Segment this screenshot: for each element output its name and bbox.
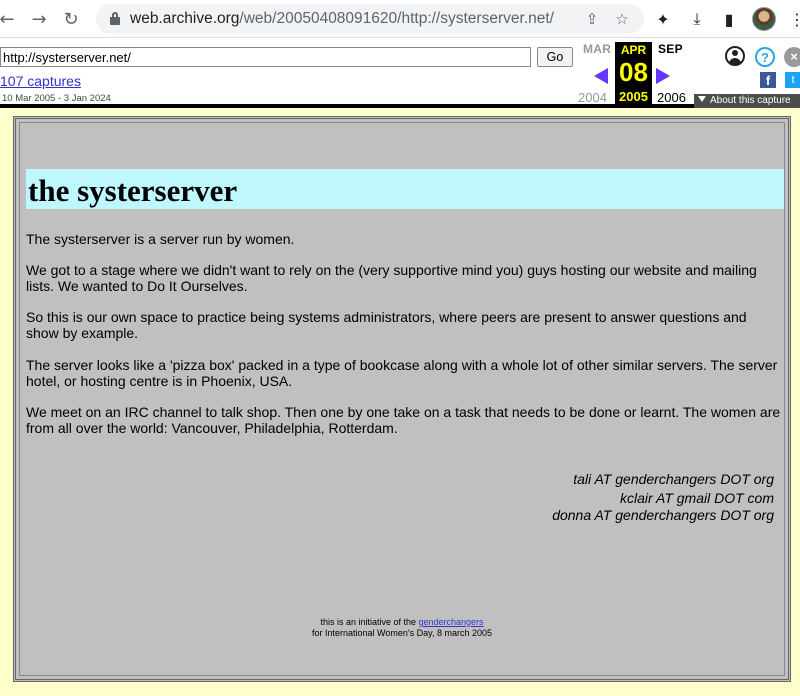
capture-date-range: 10 Mar 2005 - 3 Jan 2024 (2, 93, 111, 104)
footer-prefix: this is an initiative of the (320, 617, 419, 627)
prev-year-label[interactable]: 2004 (578, 90, 607, 105)
next-year-label[interactable]: 2006 (657, 90, 686, 105)
extensions-puzzle-icon[interactable]: ✦ (652, 8, 674, 30)
about-capture-label: About this capture (710, 95, 791, 106)
archived-page-frame: the systerserver The systerserver is a s… (13, 116, 791, 682)
back-arrow-icon[interactable]: ← (0, 6, 20, 32)
community-paragraph: We meet on an IRC channel to talk shop. … (26, 404, 781, 436)
lock-icon[interactable] (110, 12, 120, 25)
share-icon[interactable]: ⇪ (582, 9, 602, 29)
url-path: /web/20050408091620/http://systerserver.… (239, 10, 554, 27)
captures-link[interactable]: 107 captures (0, 73, 81, 89)
current-capture-date: APR 08 2005 (615, 42, 652, 106)
current-year: 2005 (619, 89, 648, 104)
wayback-url-input[interactable] (0, 47, 531, 67)
footer-initiative: this is an initiative of the genderchang… (20, 617, 784, 627)
address-bar-url[interactable]: web.archive.org/web/20050408091620/http:… (130, 10, 554, 28)
profile-avatar[interactable] (752, 7, 776, 31)
prev-capture-arrow-icon[interactable] (594, 68, 608, 84)
url-host: web.archive.org (130, 10, 240, 27)
address-bar[interactable]: web.archive.org/web/20050408091620/http:… (96, 4, 644, 34)
archived-page-inner: the systerserver The systerserver is a s… (19, 122, 785, 676)
dropdown-triangle-icon (698, 96, 706, 102)
footer-date-line: for International Women's Day, 8 march 2… (312, 628, 492, 638)
server-paragraph: The server looks like a 'pizza box' pack… (26, 357, 778, 389)
motivation-paragraph: We got to a stage where we didn't want t… (26, 262, 757, 294)
about-capture-dropdown[interactable]: About this capture (694, 94, 800, 108)
user-account-icon[interactable] (725, 46, 745, 66)
download-icon[interactable]: ⤓ (686, 8, 708, 30)
current-month: APR (620, 43, 647, 57)
close-toolbar-icon[interactable]: × (784, 47, 800, 67)
current-day: 08 (619, 57, 648, 87)
bookmark-star-icon[interactable]: ☆ (612, 9, 632, 29)
help-icon[interactable]: ? (755, 47, 775, 67)
twitter-share-icon[interactable]: t (785, 72, 800, 88)
contact-tali: tali AT genderchangers DOT org (573, 471, 774, 487)
forward-arrow-icon[interactable]: → (26, 6, 52, 32)
wayback-toolbar: Go 107 captures 10 Mar 2005 - 3 Jan 2024… (0, 38, 800, 108)
next-capture-arrow-icon[interactable] (656, 68, 670, 84)
site-title-banner: the systerserver (26, 169, 784, 209)
purpose-paragraph: So this is our own space to practice bei… (26, 309, 747, 341)
menu-dots-icon[interactable]: ⋮ (786, 8, 800, 30)
site-title: the systerserver (28, 173, 238, 208)
next-month-label[interactable]: SEP (658, 42, 683, 56)
prev-month-label[interactable]: MAR (583, 42, 611, 56)
wayback-go-button[interactable]: Go (537, 47, 573, 67)
intro-paragraph: The systerserver is a server run by wome… (26, 231, 295, 247)
contact-donna: donna AT genderchangers DOT org (552, 507, 774, 523)
genderchangers-link[interactable]: genderchangers (419, 617, 484, 627)
facebook-share-icon[interactable]: f (760, 72, 776, 88)
contact-kclair: kclair AT gmail DOT com (619, 490, 774, 506)
side-panel-icon[interactable]: ▮ (718, 8, 740, 30)
browser-toolbar: ← → ↻ web.archive.org/web/20050408091620… (0, 0, 800, 38)
reload-icon[interactable]: ↻ (58, 6, 84, 32)
